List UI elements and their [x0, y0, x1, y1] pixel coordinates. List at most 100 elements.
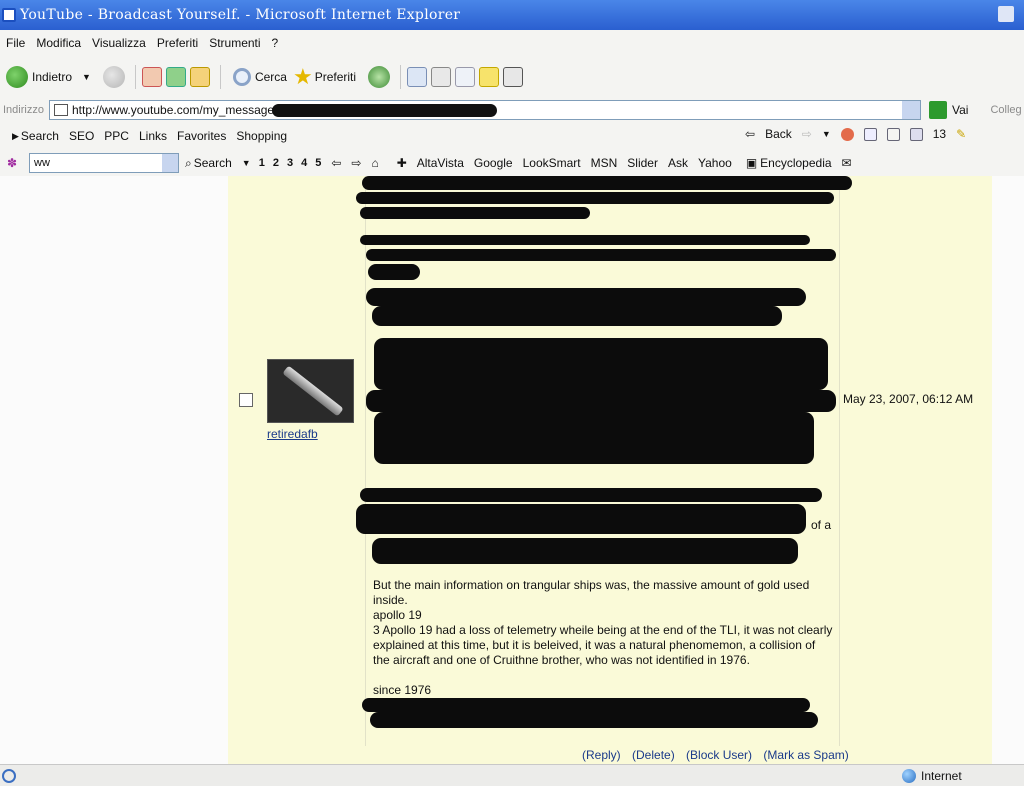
toolbar-search-button[interactable]: Search	[194, 156, 232, 170]
refresh-icon[interactable]	[165, 67, 186, 87]
go-button[interactable]: Vai	[929, 101, 968, 119]
research-icon[interactable]	[503, 67, 524, 87]
toolbar-separator	[219, 65, 221, 89]
plus-icon[interactable]: ✚	[397, 156, 407, 170]
links-label[interactable]: Colleg	[990, 104, 1021, 116]
flower-icon: ✽	[7, 156, 18, 170]
link-links[interactable]: Links	[139, 129, 167, 143]
standard-toolbar: Indietro ▼ Cerca ★ Preferiti	[0, 58, 1024, 96]
avatar[interactable]	[267, 359, 354, 423]
book-icon: ▣	[745, 156, 758, 170]
play-icon: ▶	[12, 130, 19, 141]
link-favorites[interactable]: Favorites	[177, 129, 226, 143]
home-icon[interactable]	[189, 67, 210, 87]
chevron-down-icon[interactable]: ▼	[82, 72, 91, 82]
redaction-mark	[356, 192, 834, 204]
page-2[interactable]: 2	[273, 157, 279, 169]
partial-text: of a	[811, 518, 832, 532]
next-arrow-icon[interactable]: ⇨	[351, 156, 361, 170]
links-nav-group: ⇦ Back ⇨ ▼ 13 ✎	[745, 127, 976, 141]
delete-link[interactable]: (Delete)	[632, 748, 675, 762]
address-url: http://www.youtube.com/my_message	[72, 103, 275, 117]
search-icon	[232, 68, 251, 86]
mail-icon[interactable]	[407, 67, 428, 87]
redaction-mark	[356, 504, 806, 534]
engine-ask[interactable]: Ask	[668, 156, 688, 170]
link-shopping[interactable]: Shopping	[236, 129, 287, 143]
address-input[interactable]: http://www.youtube.com/my_message	[49, 100, 921, 120]
edit-icon[interactable]	[455, 67, 476, 87]
refresh-icon[interactable]	[863, 127, 877, 141]
menu-visualizza[interactable]: Visualizza	[92, 36, 146, 50]
forward-button[interactable]	[102, 66, 129, 88]
page-4[interactable]: 4	[301, 157, 307, 169]
back-arrow-icon	[6, 66, 28, 88]
engine-google[interactable]: Google	[474, 156, 513, 170]
back-label: Indietro	[32, 70, 73, 84]
engine-yahoo[interactable]: Yahoo	[698, 156, 732, 170]
home-icon[interactable]	[886, 127, 900, 141]
chevron-down-icon[interactable]	[162, 154, 178, 172]
redaction-mark	[272, 104, 497, 117]
stop-icon[interactable]	[141, 67, 162, 87]
mark-spam-link[interactable]: (Mark as Spam)	[763, 748, 848, 762]
redaction-mark	[362, 176, 852, 190]
engine-looksmart[interactable]: LookSmart	[523, 156, 581, 170]
search-query: ww	[34, 157, 50, 169]
counter-icon	[909, 127, 923, 141]
magnifier-icon: ⌕	[185, 155, 192, 170]
reply-link[interactable]: (Reply)	[582, 748, 621, 762]
page-status-icon	[2, 768, 16, 783]
engine-msn[interactable]: MSN	[591, 156, 618, 170]
status-bar: Internet	[0, 764, 1024, 786]
chevron-down-icon[interactable]	[902, 101, 920, 119]
menu-modifica[interactable]: Modifica	[36, 36, 81, 50]
favorites-button[interactable]: ★ Preferiti	[293, 64, 356, 90]
prev-arrow-icon[interactable]: ⇦	[331, 156, 341, 170]
chevron-down-icon[interactable]: ▼	[242, 158, 251, 168]
page-icon	[54, 104, 68, 116]
search-button[interactable]: Cerca	[232, 68, 287, 86]
menu-file[interactable]: File	[6, 36, 25, 50]
notes-icon[interactable]: ✉	[842, 156, 852, 170]
encyclopedia-button[interactable]: Encyclopedia	[760, 156, 831, 170]
page-5[interactable]: 5	[315, 157, 321, 169]
favorites-label: Preferiti	[314, 70, 357, 84]
pencil-icon[interactable]: ✎	[956, 127, 966, 141]
search-input[interactable]: ww	[29, 153, 179, 173]
back-button[interactable]: Indietro ▼	[6, 66, 91, 88]
avatar-image	[282, 365, 344, 417]
message-select-checkbox[interactable]	[239, 393, 253, 407]
page-1[interactable]: 1	[259, 157, 265, 169]
messenger-icon[interactable]	[479, 67, 500, 87]
zone-label: Internet	[921, 769, 962, 783]
print-icon[interactable]	[431, 67, 452, 87]
block-user-link[interactable]: (Block User)	[686, 748, 752, 762]
go-arrow-icon	[929, 101, 947, 119]
window-title: YouTube - Broadcast Yourself. - Microsof…	[20, 7, 461, 23]
sender-username-link[interactable]: retiredafb	[267, 427, 318, 441]
menu-help[interactable]: ?	[272, 36, 279, 50]
message-paragraph: But the main information on trangular sh…	[373, 578, 810, 607]
search-toolbar: ✽ ww ⌕ Search ▼ 1 2 3 4 5 ⇦ ⇨ ⌂ ✚ AltaVi…	[0, 150, 1024, 176]
message-paragraph: since 1976	[373, 683, 432, 697]
link-ppc[interactable]: PPC	[104, 129, 129, 143]
window-control-button[interactable]	[998, 6, 1014, 22]
page-3[interactable]: 3	[287, 157, 293, 169]
engine-slider[interactable]: Slider	[627, 156, 658, 170]
go-label: Vai	[952, 103, 969, 117]
redaction-mark	[372, 538, 798, 564]
arrow-left-icon: ⇦	[745, 127, 756, 141]
links-back-button[interactable]: Back	[765, 127, 792, 141]
menu-strumenti[interactable]: Strumenti	[209, 36, 260, 50]
arrow-right-icon[interactable]: ⇨	[802, 127, 812, 141]
link-search[interactable]: Search	[21, 129, 59, 143]
home-icon[interactable]: ⌂	[371, 156, 378, 170]
engine-altavista[interactable]: AltaVista	[417, 156, 464, 170]
redaction-mark	[372, 306, 782, 326]
link-seo[interactable]: SEO	[69, 129, 94, 143]
menu-preferiti[interactable]: Preferiti	[157, 36, 198, 50]
chevron-down-icon[interactable]: ▼	[822, 129, 831, 139]
history-icon[interactable]	[368, 66, 391, 88]
stop-icon[interactable]	[840, 127, 854, 141]
